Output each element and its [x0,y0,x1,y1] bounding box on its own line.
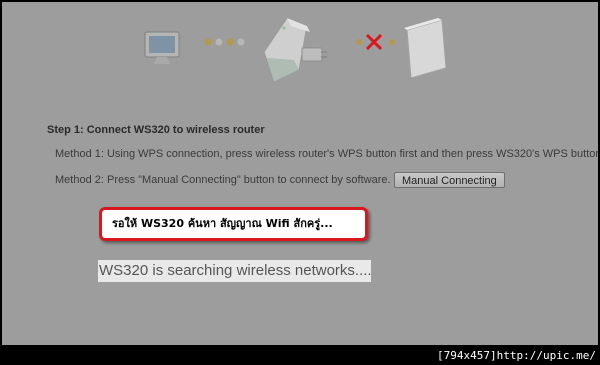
error-x-icon [356,33,395,51]
dots-connector-icon [204,38,245,46]
setup-window: Step 1: Connect WS320 to wireless router… [2,2,598,345]
image-watermark: [794x457]http://upic.me/ [437,349,596,362]
connection-illustration [144,17,447,83]
router-icon [404,18,447,79]
thai-callout: รอให้ WS320 ค้นหา สัญญาณ Wifi สักครู่... [99,207,368,241]
repeater-icon [263,17,327,83]
manual-connecting-button[interactable]: Manual Connecting [394,172,505,188]
step-title: Step 1: Connect WS320 to wireless router [47,124,265,136]
method1-text: Method 1: Using WPS connection, press wi… [55,148,598,160]
searching-status: WS320 is searching wireless networks.... [98,260,372,282]
method2-text: Method 2: Press "Manual Connecting" butt… [55,174,391,186]
monitor-icon [144,31,180,64]
